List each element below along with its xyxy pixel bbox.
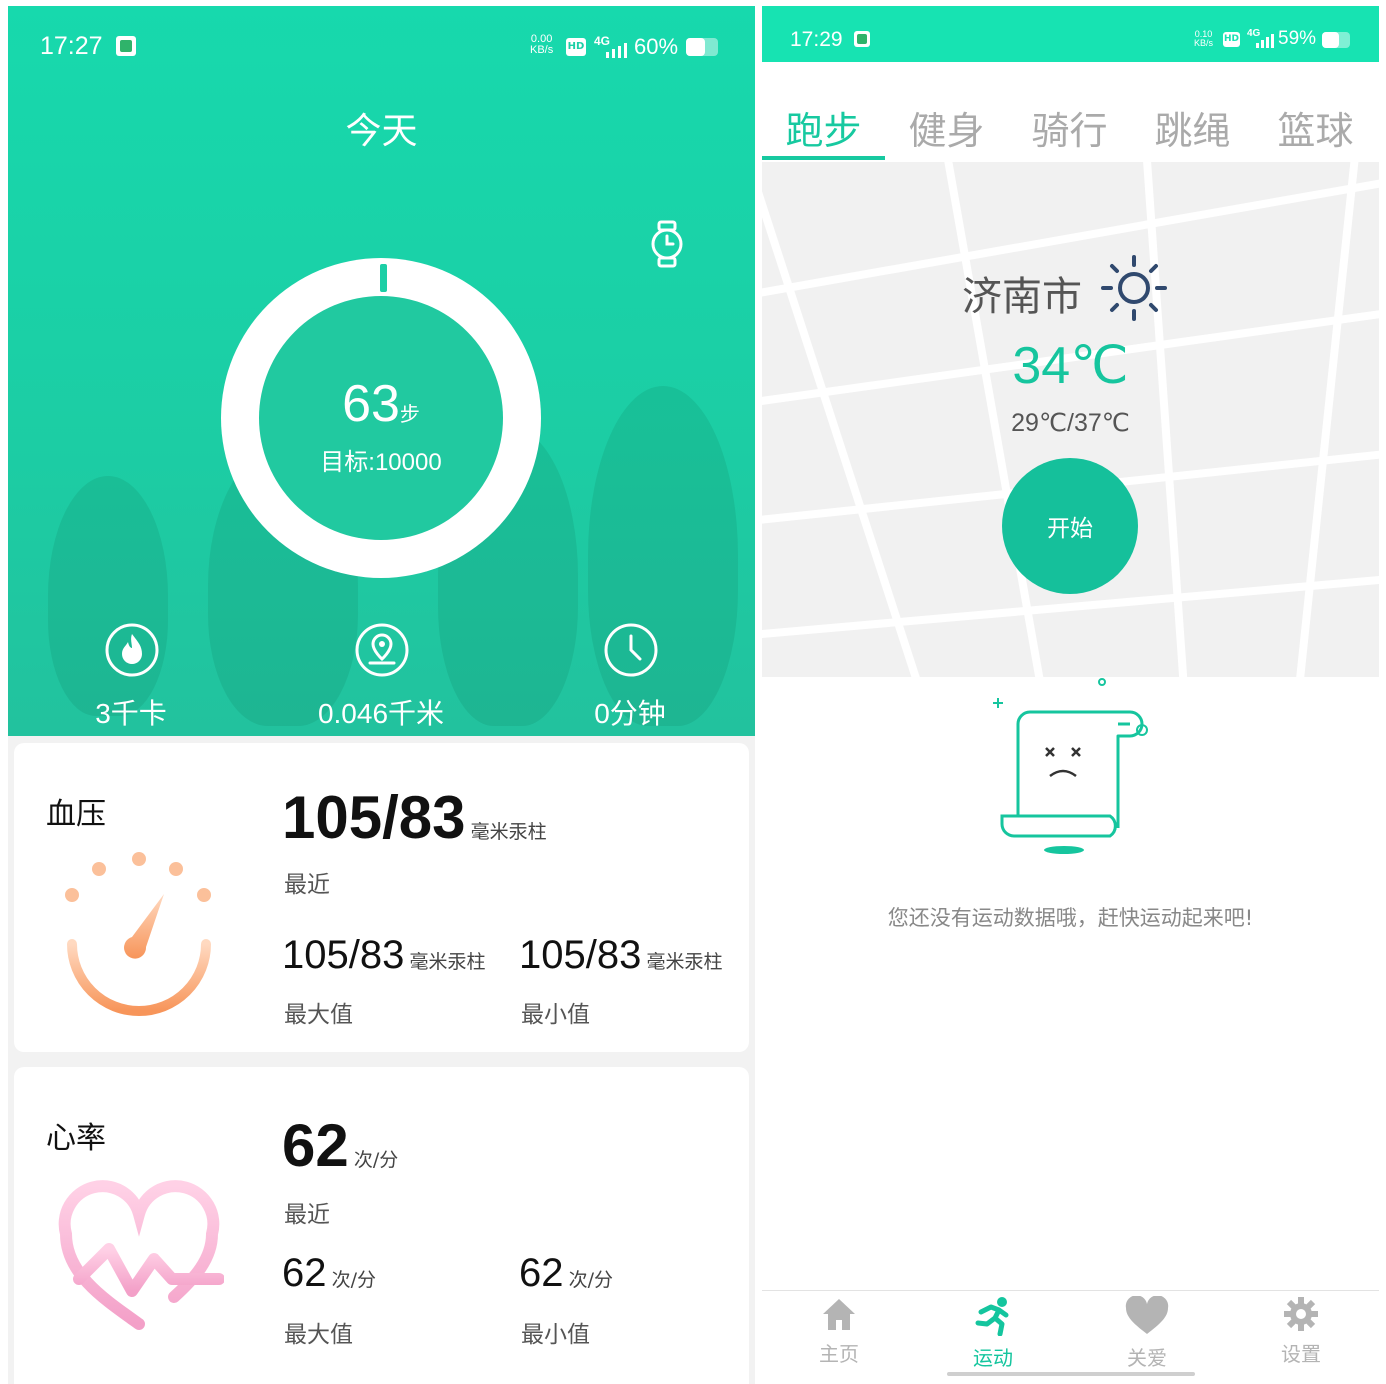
status-time: 17:29 xyxy=(790,28,843,51)
distance-label: 0.046千米 xyxy=(317,698,445,729)
tab-cycling[interactable]: 骑行 xyxy=(1008,100,1131,155)
location-pin-icon xyxy=(355,623,409,677)
gear-icon xyxy=(1284,1297,1318,1331)
nav-sport-label: 运动 xyxy=(973,1346,1013,1370)
bp-min-unit: 毫米汞柱 xyxy=(646,951,723,973)
nav-divider xyxy=(762,1290,1379,1291)
step-count: 63步 xyxy=(259,374,503,434)
home-gesture-bar xyxy=(947,1372,1195,1376)
bp-min-label: 最小值 xyxy=(521,1002,590,1028)
distance-stat[interactable]: 0.046千米 xyxy=(271,622,491,732)
hr-recent-value: 62 xyxy=(282,1112,349,1179)
bp-recent: 105/83 毫米汞柱 xyxy=(282,783,547,852)
weather-temp: 34℃ xyxy=(1012,337,1129,395)
network-speed: 0.00 KB/s xyxy=(530,33,554,56)
bp-max: 105/83 毫米汞柱 xyxy=(282,933,485,978)
gauge-icon xyxy=(65,852,211,1016)
nav-sport[interactable]: 运动 xyxy=(916,1296,1070,1371)
nav-care-label: 关爱 xyxy=(1127,1346,1167,1370)
nav-settings-label: 设置 xyxy=(1281,1342,1321,1366)
step-count-unit: 步 xyxy=(399,404,420,426)
signal-icon xyxy=(606,43,627,58)
blood-pressure-title: 血压 xyxy=(46,797,106,832)
hr-recent-label: 最近 xyxy=(284,1202,330,1228)
bp-recent-value: 105/83 xyxy=(282,784,466,851)
step-goal: 目标:10000 xyxy=(320,449,442,476)
hr-max: 62 次/分 xyxy=(282,1251,376,1296)
hd-voice-icon: HD xyxy=(1223,32,1240,47)
home-icon xyxy=(823,1299,855,1330)
heart-icon xyxy=(1125,1295,1169,1334)
status-time: 17:27 xyxy=(40,32,103,60)
battery-percent: 60% xyxy=(634,34,679,59)
bp-recent-label: 最近 xyxy=(284,872,330,898)
calorie-label: 3千卡 xyxy=(95,698,167,729)
duration-stat[interactable]: 0分钟 xyxy=(520,622,740,732)
app-notification-icon xyxy=(116,36,136,56)
sun-icon xyxy=(1101,255,1167,321)
hr-min-label: 最小值 xyxy=(521,1322,590,1348)
bp-max-unit: 毫米汞柱 xyxy=(409,951,486,973)
battery-icon xyxy=(1322,32,1350,48)
hr-max-value: 62 xyxy=(282,1251,327,1295)
nav-settings[interactable]: 设置 xyxy=(1224,1296,1378,1367)
page-title: 今天 xyxy=(345,111,418,152)
sport-screen: 17:29 0.10 KB/s HD 4G 59% 跑步 健身 骑行 跳绳 篮球 … xyxy=(762,6,1379,1384)
weather-city: 济南市 xyxy=(962,274,1082,320)
active-tab-indicator xyxy=(762,156,885,160)
battery-percent: 59% xyxy=(1278,28,1317,49)
bp-max-value: 105/83 xyxy=(282,933,405,977)
app-notification-icon xyxy=(854,31,870,47)
bp-recent-unit: 毫米汞柱 xyxy=(470,821,547,843)
status-bar: 17:29 0.10 KB/s HD 4G 59% xyxy=(762,6,1379,62)
nav-care[interactable]: 关爱 xyxy=(1070,1295,1224,1371)
bp-min-value: 105/83 xyxy=(519,933,642,977)
empty-scroll-icon xyxy=(993,678,1148,854)
hr-min-unit: 次/分 xyxy=(568,1269,613,1291)
step-progress-indicator xyxy=(380,264,387,292)
clock-icon xyxy=(604,623,658,677)
signal-icon xyxy=(1256,34,1274,48)
duration-label: 0分钟 xyxy=(594,698,666,729)
hd-voice-icon: HD xyxy=(566,38,586,56)
weather-range: 29℃/37℃ xyxy=(1011,409,1130,437)
hr-max-unit: 次/分 xyxy=(331,1269,376,1291)
empty-state-message: 您还没有运动数据哦，赶快运动起来吧! xyxy=(887,906,1254,930)
bp-min: 105/83 毫米汞柱 xyxy=(519,933,722,978)
hr-recent-unit: 次/分 xyxy=(353,1149,399,1171)
hr-recent: 62 次/分 xyxy=(282,1111,398,1180)
hr-max-label: 最大值 xyxy=(284,1322,353,1348)
watch-icon[interactable] xyxy=(650,220,684,268)
bp-max-label: 最大值 xyxy=(284,1002,353,1028)
blood-pressure-card[interactable]: 血压 105/83 毫米汞柱 最近 105/83 毫米汞柱 最大值 105/83… xyxy=(14,743,749,1052)
hr-min: 62 次/分 xyxy=(519,1251,613,1296)
heart-rate-title: 心率 xyxy=(46,1121,106,1156)
battery-icon xyxy=(686,38,718,56)
nav-home[interactable]: 主页 xyxy=(762,1296,916,1367)
tab-running[interactable]: 跑步 xyxy=(762,100,885,155)
nav-home-label: 主页 xyxy=(819,1342,859,1366)
heart-rate-card[interactable]: 心率 62 次/分 最近 62 次/分 最大值 62 次/分 最小值 xyxy=(14,1067,749,1384)
tab-basketball[interactable]: 篮球 xyxy=(1254,100,1377,155)
heart-pulse-icon xyxy=(58,1180,224,1330)
running-icon xyxy=(975,1297,1009,1337)
tab-jump-rope[interactable]: 跳绳 xyxy=(1131,100,1254,155)
calorie-stat[interactable]: 3千卡 xyxy=(21,622,241,732)
tab-fitness[interactable]: 健身 xyxy=(885,100,1008,155)
start-button[interactable]: 开始 xyxy=(1002,458,1138,594)
flame-icon xyxy=(105,623,159,677)
today-summary-header: 17:27 0.00 KB/s HD 4G 60% 今天 63步 目标:1000… xyxy=(8,6,755,736)
network-speed: 0.10 KB/s xyxy=(1194,29,1214,48)
health-overview-screen: 17:27 0.00 KB/s HD 4G 60% 今天 63步 目标:1000… xyxy=(8,6,755,1384)
step-count-value: 63 xyxy=(342,375,400,433)
hr-min-value: 62 xyxy=(519,1251,564,1295)
